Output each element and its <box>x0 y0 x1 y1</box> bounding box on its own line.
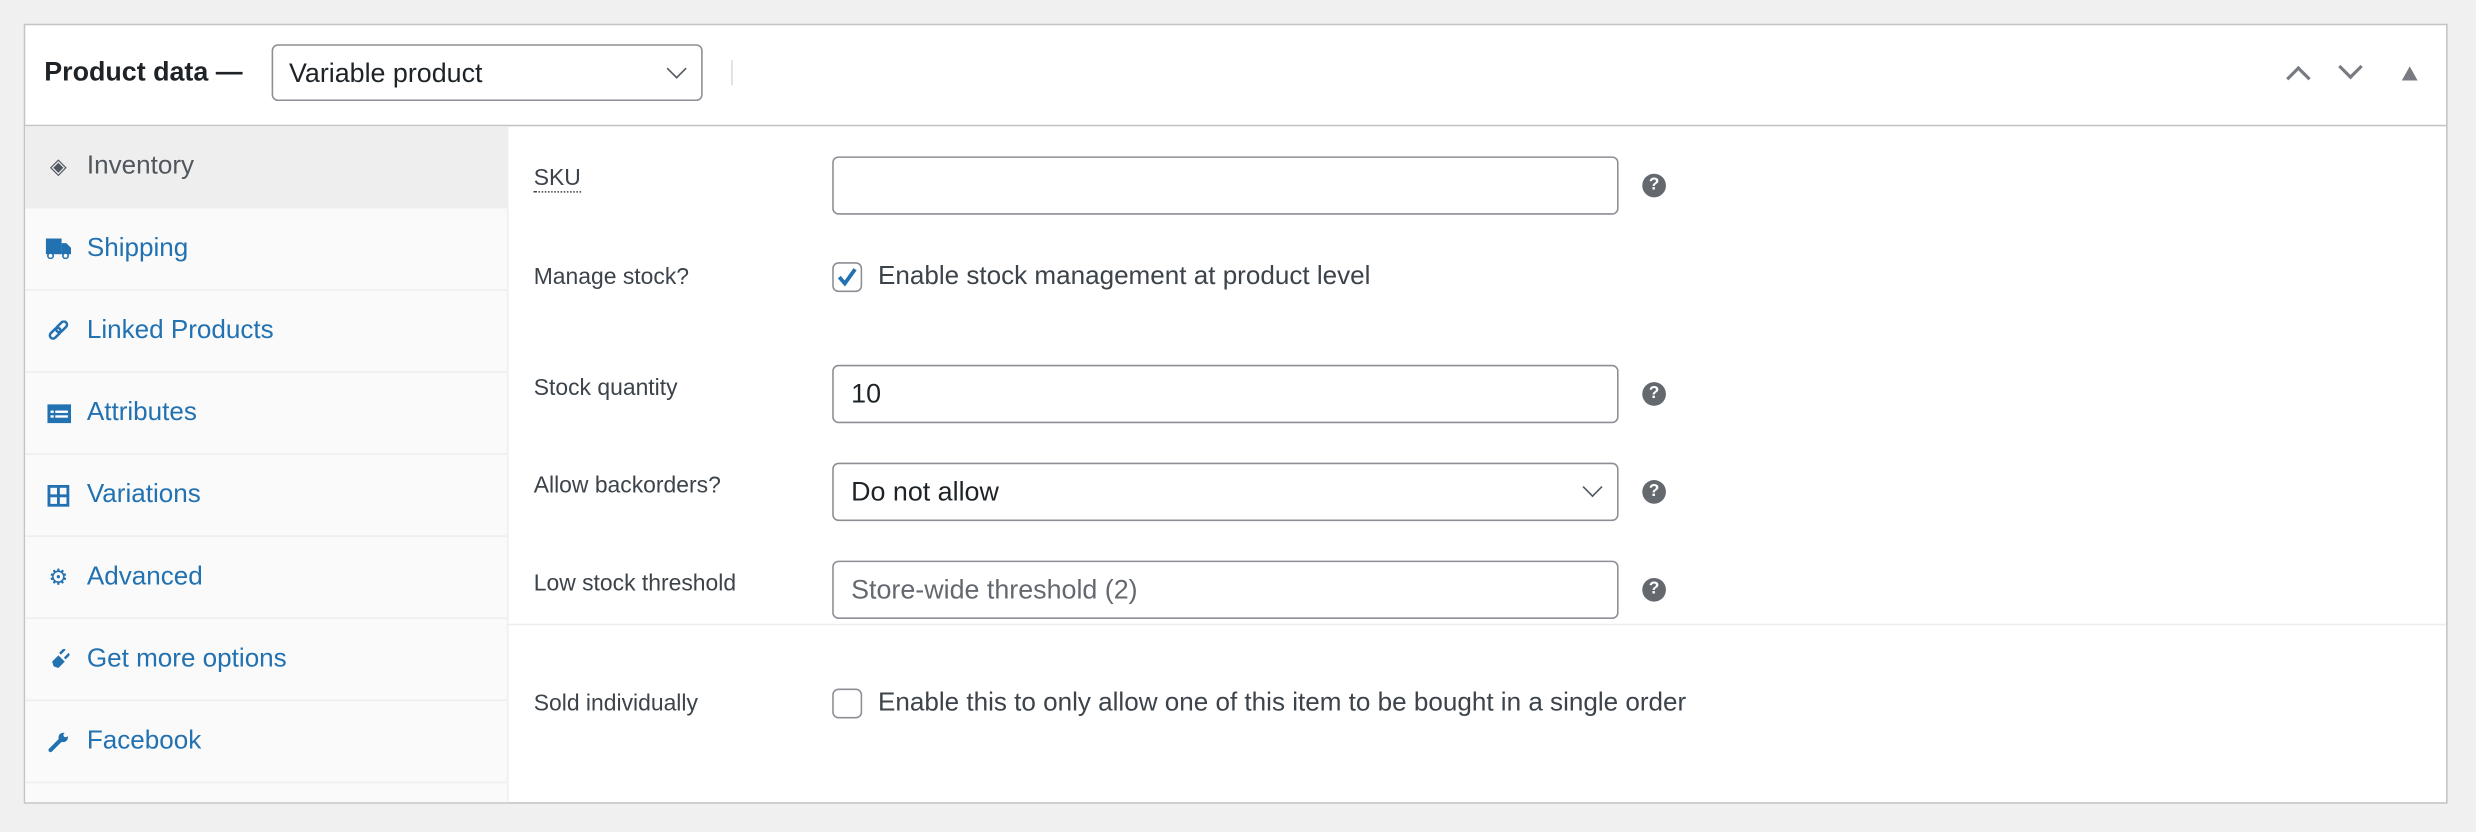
low-stock-input[interactable]: Store-wide threshold (2) <box>832 560 1619 620</box>
tab-label: Shipping <box>86 233 189 263</box>
plug-icon <box>46 647 71 672</box>
section-divider <box>508 623 2447 626</box>
tab-facebook[interactable]: Facebook <box>25 701 507 784</box>
tab-variations[interactable]: Variations <box>25 455 507 537</box>
backorders-label: Allow backorders? <box>533 473 721 499</box>
product-type-select[interactable]: Variable product <box>271 44 703 102</box>
tab-label: Advanced <box>86 562 203 591</box>
product-data-tabs: ◈ Inventory Shipping Linked Products Attr… <box>25 126 509 803</box>
tab-get-more-options[interactable]: Get more options <box>25 619 507 702</box>
tab-label: Get more options <box>86 644 287 673</box>
help-icon[interactable]: ? <box>1642 382 1666 406</box>
help-icon[interactable]: ? <box>1642 577 1666 602</box>
grid-icon <box>46 482 71 507</box>
manage-stock-checkbox-label: Enable stock management at product level <box>877 262 1371 291</box>
tab-attributes[interactable]: Attributes <box>25 373 507 455</box>
chevron-down-icon <box>666 58 687 79</box>
link-icon <box>46 318 71 343</box>
tab-linked-products[interactable]: Linked Products <box>25 291 507 373</box>
tag-icon: ◈ <box>49 153 67 179</box>
sold-individually-checkbox-label: Enable this to only allow one of this it… <box>877 688 1687 717</box>
move-down-icon[interactable] <box>2338 54 2363 80</box>
manage-stock-checkbox[interactable] <box>832 262 863 293</box>
backorders-value: Do not allow <box>851 476 999 507</box>
product-data-panel: Product data — Variable product ◈ Invento… <box>23 23 2448 804</box>
move-up-icon[interactable] <box>2286 65 2311 91</box>
panel-header: Product data — Variable product <box>25 25 2447 127</box>
low-stock-label: Low stock threshold <box>533 571 737 597</box>
truck-icon <box>45 236 72 261</box>
sold-individually-label: Sold individually <box>533 691 698 717</box>
panel-title: Product data — <box>44 56 243 87</box>
help-icon[interactable]: ? <box>1642 480 1666 504</box>
help-icon[interactable]: ? <box>1642 173 1666 198</box>
stock-quantity-label: Stock quantity <box>533 375 678 402</box>
tab-label: Attributes <box>86 397 197 427</box>
tab-label: Variations <box>86 480 201 509</box>
tab-label: Inventory <box>86 151 195 181</box>
wrench-icon <box>46 729 71 754</box>
collapse-toggle-icon[interactable] <box>2401 66 2418 81</box>
tab-shipping[interactable]: Shipping <box>25 208 507 291</box>
product-type-value: Variable product <box>288 58 483 89</box>
sold-individually-checkbox[interactable] <box>832 688 863 719</box>
tab-label: Linked Products <box>86 315 274 345</box>
gear-icon: ⚙ <box>48 563 69 590</box>
sku-input[interactable] <box>832 156 1619 215</box>
chevron-down-icon <box>1582 477 1603 498</box>
stock-quantity-input[interactable]: 10 <box>832 364 1619 424</box>
list-icon <box>46 400 71 425</box>
manage-stock-label: Manage stock? <box>533 265 690 291</box>
separator <box>731 60 733 86</box>
sku-label: SKU <box>533 165 581 193</box>
tab-advanced[interactable]: ⚙ Advanced <box>25 537 507 620</box>
tab-label: Facebook <box>86 726 202 755</box>
tab-inventory[interactable]: ◈ Inventory <box>25 126 507 209</box>
inventory-panel: SKU ? Manage stock? Enable stock managem… <box>508 126 2447 802</box>
backorders-select[interactable]: Do not allow <box>832 462 1619 522</box>
